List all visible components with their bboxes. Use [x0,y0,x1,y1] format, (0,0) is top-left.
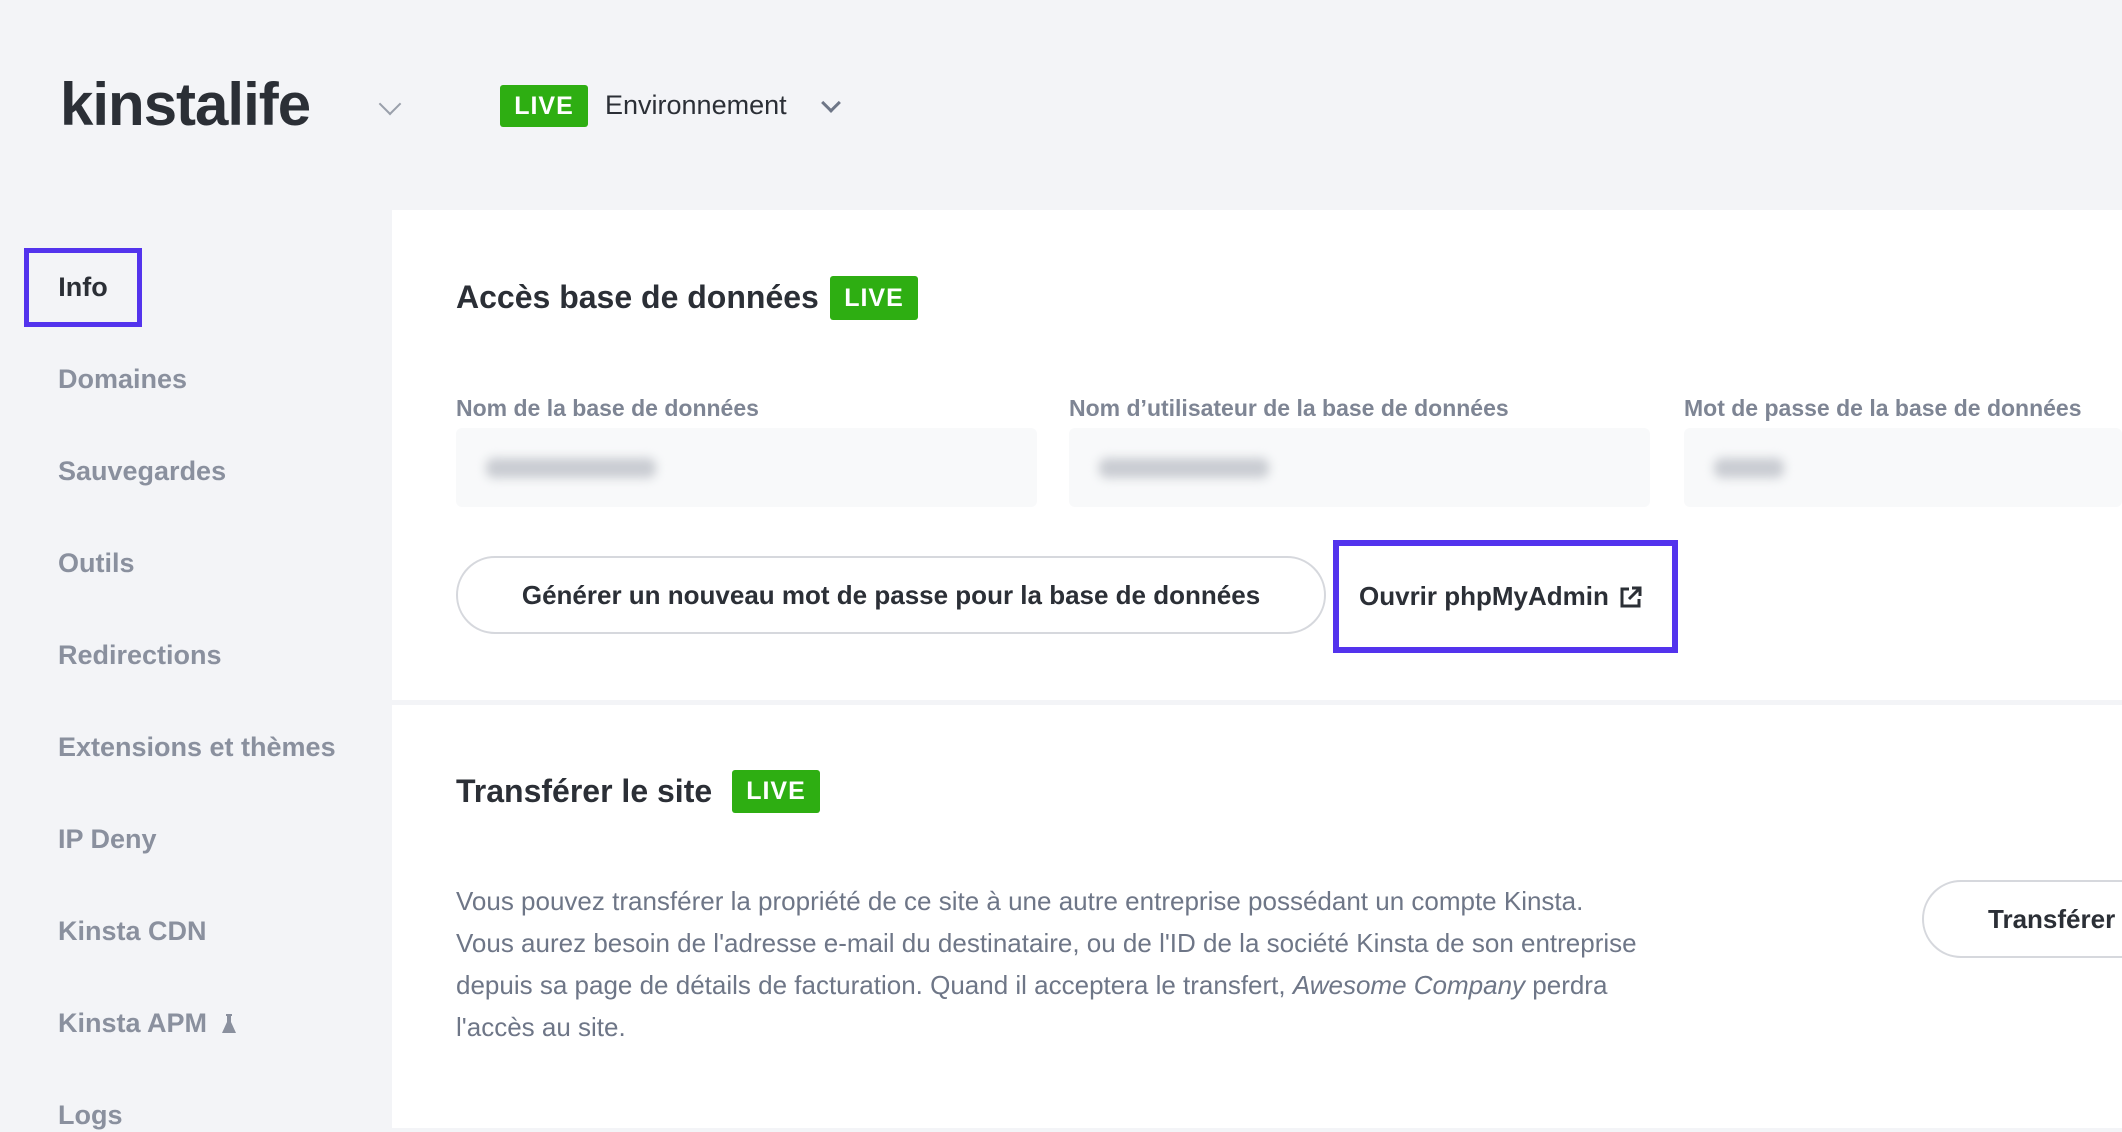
transfer-section-title: Transférer le site [456,773,713,809]
database-section-title: Accès base de données [456,279,819,315]
company-name: Awesome Company [1292,970,1526,1000]
sidebar-item-extensions[interactable]: Extensions et thèmes [58,732,336,763]
db-name-field[interactable] [456,428,1037,507]
sidebar-item-redirections[interactable]: Redirections [58,640,222,671]
transfer-live-badge: LIVE [732,770,820,813]
site-switcher-chevron-icon[interactable] [378,92,402,116]
sidebar-item-info[interactable]: Info [24,248,142,327]
environment-selector[interactable]: Environnement [605,90,787,121]
generate-password-button[interactable]: Générer un nouveau mot de passe pour la … [456,556,1326,634]
transfer-description: Vous pouvez transférer la propriété de c… [456,880,1646,1048]
sidebar-item-kinsta-cdn[interactable]: Kinsta CDN [58,916,207,947]
environment-chevron-icon[interactable] [821,93,841,113]
db-password-label: Mot de passe de la base de données [1684,395,2082,421]
site-name: kinstalife [60,71,311,138]
db-user-label: Nom d’utilisateur de la base de données [1069,395,1509,421]
sidebar-item-kinsta-apm[interactable]: Kinsta APM [58,1008,237,1039]
sidebar-item-label: Kinsta APM [58,1008,208,1038]
sidebar-item-label: Info [58,272,108,302]
phpmyadmin-label: Ouvrir phpMyAdmin [1359,581,1609,611]
db-live-badge: LIVE [830,276,918,320]
external-link-icon [1620,586,1642,607]
sidebar-item-ip-deny[interactable]: IP Deny [58,824,157,855]
transfer-button[interactable]: Transférer [1922,880,2122,958]
sidebar-item-domaines[interactable]: Domaines [58,364,187,395]
db-password-field[interactable] [1684,428,2122,507]
flask-icon [222,1013,237,1033]
db-user-field[interactable] [1069,428,1650,507]
db-name-label: Nom de la base de données [456,395,759,421]
sidebar-item-sauvegardes[interactable]: Sauvegardes [58,456,226,487]
env-live-badge: LIVE [500,85,588,127]
sidebar-item-outils[interactable]: Outils [58,548,135,579]
open-phpmyadmin-button[interactable]: Ouvrir phpMyAdmin [1333,540,1678,653]
sidebar-item-logs[interactable]: Logs [58,1100,123,1131]
